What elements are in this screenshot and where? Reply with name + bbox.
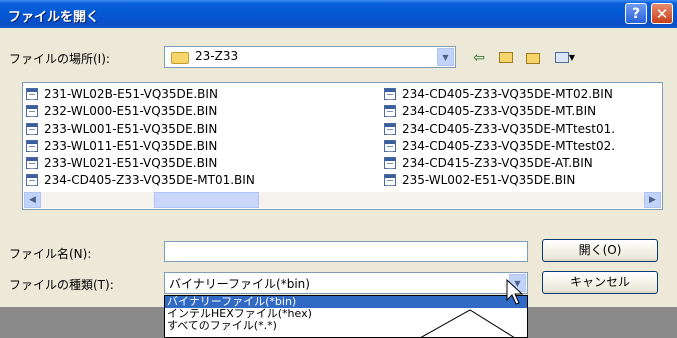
file-item[interactable]: 234-CD405-Z33-VQ35DE-MT01.BIN	[26, 172, 255, 189]
file-icon	[384, 139, 396, 152]
file-icon	[26, 139, 38, 152]
file-icon	[384, 88, 396, 100]
look-in-dropdown-button[interactable]: ▼	[437, 48, 454, 66]
file-column-left: 231-WL02B-E51-VQ35DE.BIN 232-WL000-E51-V…	[26, 86, 255, 190]
file-item[interactable]: 231-WL02B-E51-VQ35DE.BIN	[26, 86, 255, 103]
file-icon	[384, 122, 396, 135]
back-icon[interactable]: ⇦	[469, 50, 489, 66]
title-bar: ファイルを開く ? ✕	[0, 0, 677, 28]
file-icon	[26, 174, 38, 187]
view-menu-icon[interactable]: ▼	[552, 50, 578, 67]
scroll-right-icon[interactable]: ▶	[644, 192, 661, 208]
file-icon	[26, 105, 38, 118]
mouse-cursor-icon	[506, 278, 524, 305]
open-file-dialog: ファイルを開く ? ✕ ファイルの場所(I): 23-Z33 ▼ ⇦ ▼ 231…	[0, 0, 677, 307]
open-button[interactable]: 開く(O)	[542, 239, 658, 262]
look-in-label: ファイルの場所(I):	[9, 52, 110, 66]
up-folder-icon[interactable]	[496, 50, 516, 67]
scroll-left-icon[interactable]: ◀	[24, 192, 41, 208]
new-folder-icon[interactable]	[523, 50, 543, 68]
file-item[interactable]: 234-CD415-Z33-VQ35DE-AT.BIN	[384, 155, 615, 172]
file-item[interactable]: 233-WL001-E51-VQ35DE.BIN	[26, 121, 255, 138]
filetype-combo[interactable]: バイナリーファイル(*bin) ▼	[164, 272, 528, 294]
file-icon	[384, 157, 396, 170]
file-item[interactable]: 234-CD405-Z33-VQ35DE-MTtest02.	[384, 138, 615, 155]
scroll-thumb[interactable]	[154, 192, 259, 208]
folder-icon	[171, 52, 189, 64]
horizontal-scrollbar[interactable]: ◀ ▶	[24, 192, 661, 208]
look-in-value: 23-Z33	[195, 49, 239, 63]
file-item[interactable]: 235-WL002-E51-VQ35DE.BIN	[384, 172, 615, 189]
filename-input[interactable]	[164, 241, 528, 262]
callout-pointer	[420, 309, 516, 338]
file-item[interactable]: 234-CD405-Z33-VQ35DE-MT02.BIN	[384, 86, 615, 103]
file-list[interactable]: 231-WL02B-E51-VQ35DE.BIN 232-WL000-E51-V…	[22, 82, 663, 210]
file-icon	[384, 174, 396, 187]
look-in-combo[interactable]: 23-Z33 ▼	[164, 46, 456, 68]
file-icon	[384, 105, 396, 118]
help-button[interactable]: ?	[625, 3, 647, 24]
file-item[interactable]: 234-CD405-Z33-VQ35DE-MTtest01.	[384, 121, 615, 138]
filetype-value: バイナリーファイル(*bin)	[169, 277, 310, 291]
filename-label: ファイル名(N):	[9, 247, 92, 261]
cancel-button[interactable]: キャンセル	[542, 271, 658, 294]
close-button[interactable]: ✕	[651, 3, 673, 24]
file-icon	[26, 122, 38, 135]
file-item[interactable]: 233-WL011-E51-VQ35DE.BIN	[26, 138, 255, 155]
file-item[interactable]: 232-WL000-E51-VQ35DE.BIN	[26, 103, 255, 120]
file-item[interactable]: 233-WL021-E51-VQ35DE.BIN	[26, 155, 255, 172]
file-icon	[26, 157, 38, 170]
file-item[interactable]: 234-CD405-Z33-VQ35DE-MT.BIN	[384, 103, 615, 120]
filetype-label: ファイルの種類(T):	[9, 278, 114, 292]
file-icon	[26, 88, 38, 100]
file-column-right: 234-CD405-Z33-VQ35DE-MT02.BIN 234-CD405-…	[384, 86, 615, 190]
window-title: ファイルを開く	[8, 10, 100, 25]
